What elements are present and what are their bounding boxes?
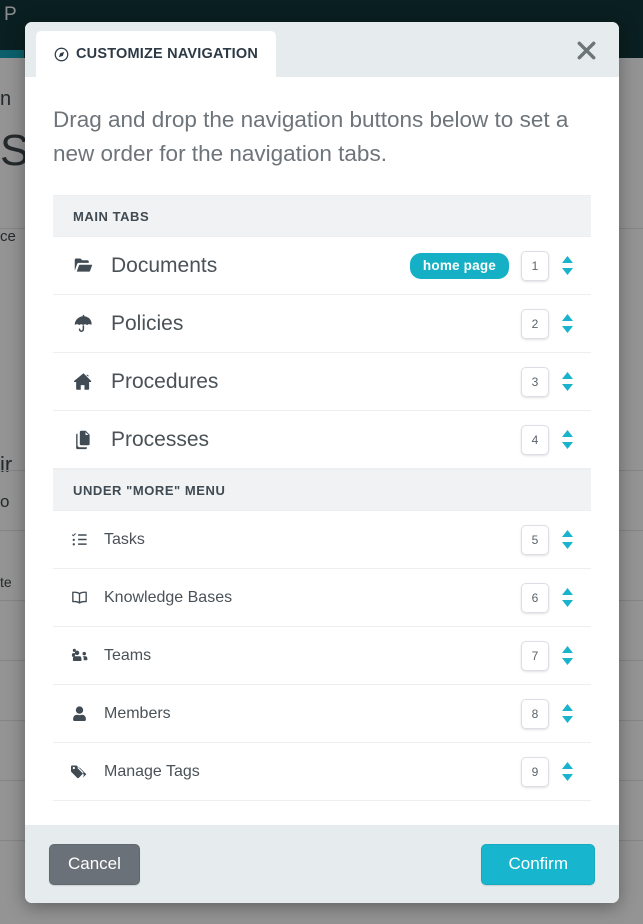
- order-number-badge: 3: [521, 366, 549, 397]
- confirm-button[interactable]: Confirm: [481, 843, 595, 885]
- nav-row-label: Processes: [111, 427, 210, 451]
- nav-row-knowledge-bases[interactable]: Knowledge Bases 6: [53, 569, 591, 627]
- nav-row-tasks[interactable]: Tasks 5: [53, 511, 591, 569]
- customize-navigation-modal: CUSTOMIZE NAVIGATION Drag and drop the n…: [25, 22, 619, 903]
- order-number-badge: 8: [521, 698, 549, 729]
- section-title: UNDER "MORE" MENU: [73, 482, 226, 498]
- sort-updown-icon[interactable]: [549, 372, 585, 391]
- nav-row-processes[interactable]: Processes 4: [53, 411, 591, 469]
- nav-row-teams[interactable]: Teams 7: [53, 627, 591, 685]
- nav-row-label: Procedures: [111, 369, 219, 393]
- nav-row-procedures[interactable]: Procedures 3: [53, 353, 591, 411]
- cancel-button[interactable]: Cancel: [49, 843, 140, 885]
- nav-row-manage-tags[interactable]: Manage Tags 9: [53, 743, 591, 801]
- order-number-badge: 2: [521, 308, 549, 339]
- nav-row-label: Tasks: [104, 530, 145, 548]
- nav-row-label: Teams: [104, 646, 152, 664]
- section-title: MAIN TABS: [73, 208, 150, 224]
- section-header-more-menu: UNDER "MORE" MENU: [53, 469, 591, 511]
- sort-updown-icon[interactable]: [549, 762, 585, 781]
- order-number-badge: 5: [521, 524, 549, 555]
- nav-row-policies[interactable]: Policies 2: [53, 295, 591, 353]
- book-open-icon: [71, 589, 97, 606]
- sort-updown-icon[interactable]: [549, 646, 585, 665]
- home-icon: [73, 371, 103, 392]
- modal-footer: Cancel Confirm: [25, 825, 619, 903]
- nav-row-label: Members: [104, 704, 171, 722]
- sort-updown-icon[interactable]: [549, 588, 585, 607]
- sort-updown-icon[interactable]: [549, 256, 585, 275]
- close-icon[interactable]: [569, 33, 603, 67]
- sort-updown-icon[interactable]: [549, 530, 585, 549]
- users-group-icon: [71, 647, 97, 664]
- compass-icon: [54, 47, 69, 62]
- umbrella-icon: [73, 313, 103, 334]
- tags-icon: [71, 763, 97, 780]
- nav-row-documents[interactable]: Documents home page 1: [53, 237, 591, 295]
- nav-row-label: Documents: [111, 253, 218, 277]
- tasks-list-icon: [71, 531, 97, 548]
- order-number-badge: 6: [521, 582, 549, 613]
- nav-row-label: Manage Tags: [104, 762, 200, 780]
- sort-updown-icon[interactable]: [549, 430, 585, 449]
- modal-tab-bar: CUSTOMIZE NAVIGATION: [25, 22, 619, 77]
- tab-label: CUSTOMIZE NAVIGATION: [76, 46, 259, 62]
- modal-instructions: Drag and drop the navigation buttons bel…: [53, 107, 569, 166]
- sort-updown-icon[interactable]: [549, 704, 585, 723]
- user-icon: [71, 705, 97, 722]
- sort-updown-icon[interactable]: [549, 314, 585, 333]
- modal-body: Drag and drop the navigation buttons bel…: [25, 77, 619, 825]
- nav-row-members[interactable]: Members 8: [53, 685, 591, 743]
- home-page-badge: home page: [409, 252, 509, 279]
- order-number-badge: 4: [521, 424, 549, 455]
- copy-files-icon: [73, 429, 103, 450]
- nav-row-label: Knowledge Bases: [104, 588, 233, 606]
- section-header-main-tabs: MAIN TABS: [53, 195, 591, 237]
- order-number-badge: 7: [521, 640, 549, 671]
- order-number-badge: 1: [521, 250, 549, 281]
- tab-customize-navigation[interactable]: CUSTOMIZE NAVIGATION: [36, 31, 277, 77]
- order-number-badge: 9: [521, 756, 549, 787]
- folder-open-icon: [73, 255, 103, 276]
- navigation-list: MAIN TABS Documents home page 1 Policies 2 Pro…: [25, 177, 619, 825]
- nav-row-label: Policies: [111, 311, 184, 335]
